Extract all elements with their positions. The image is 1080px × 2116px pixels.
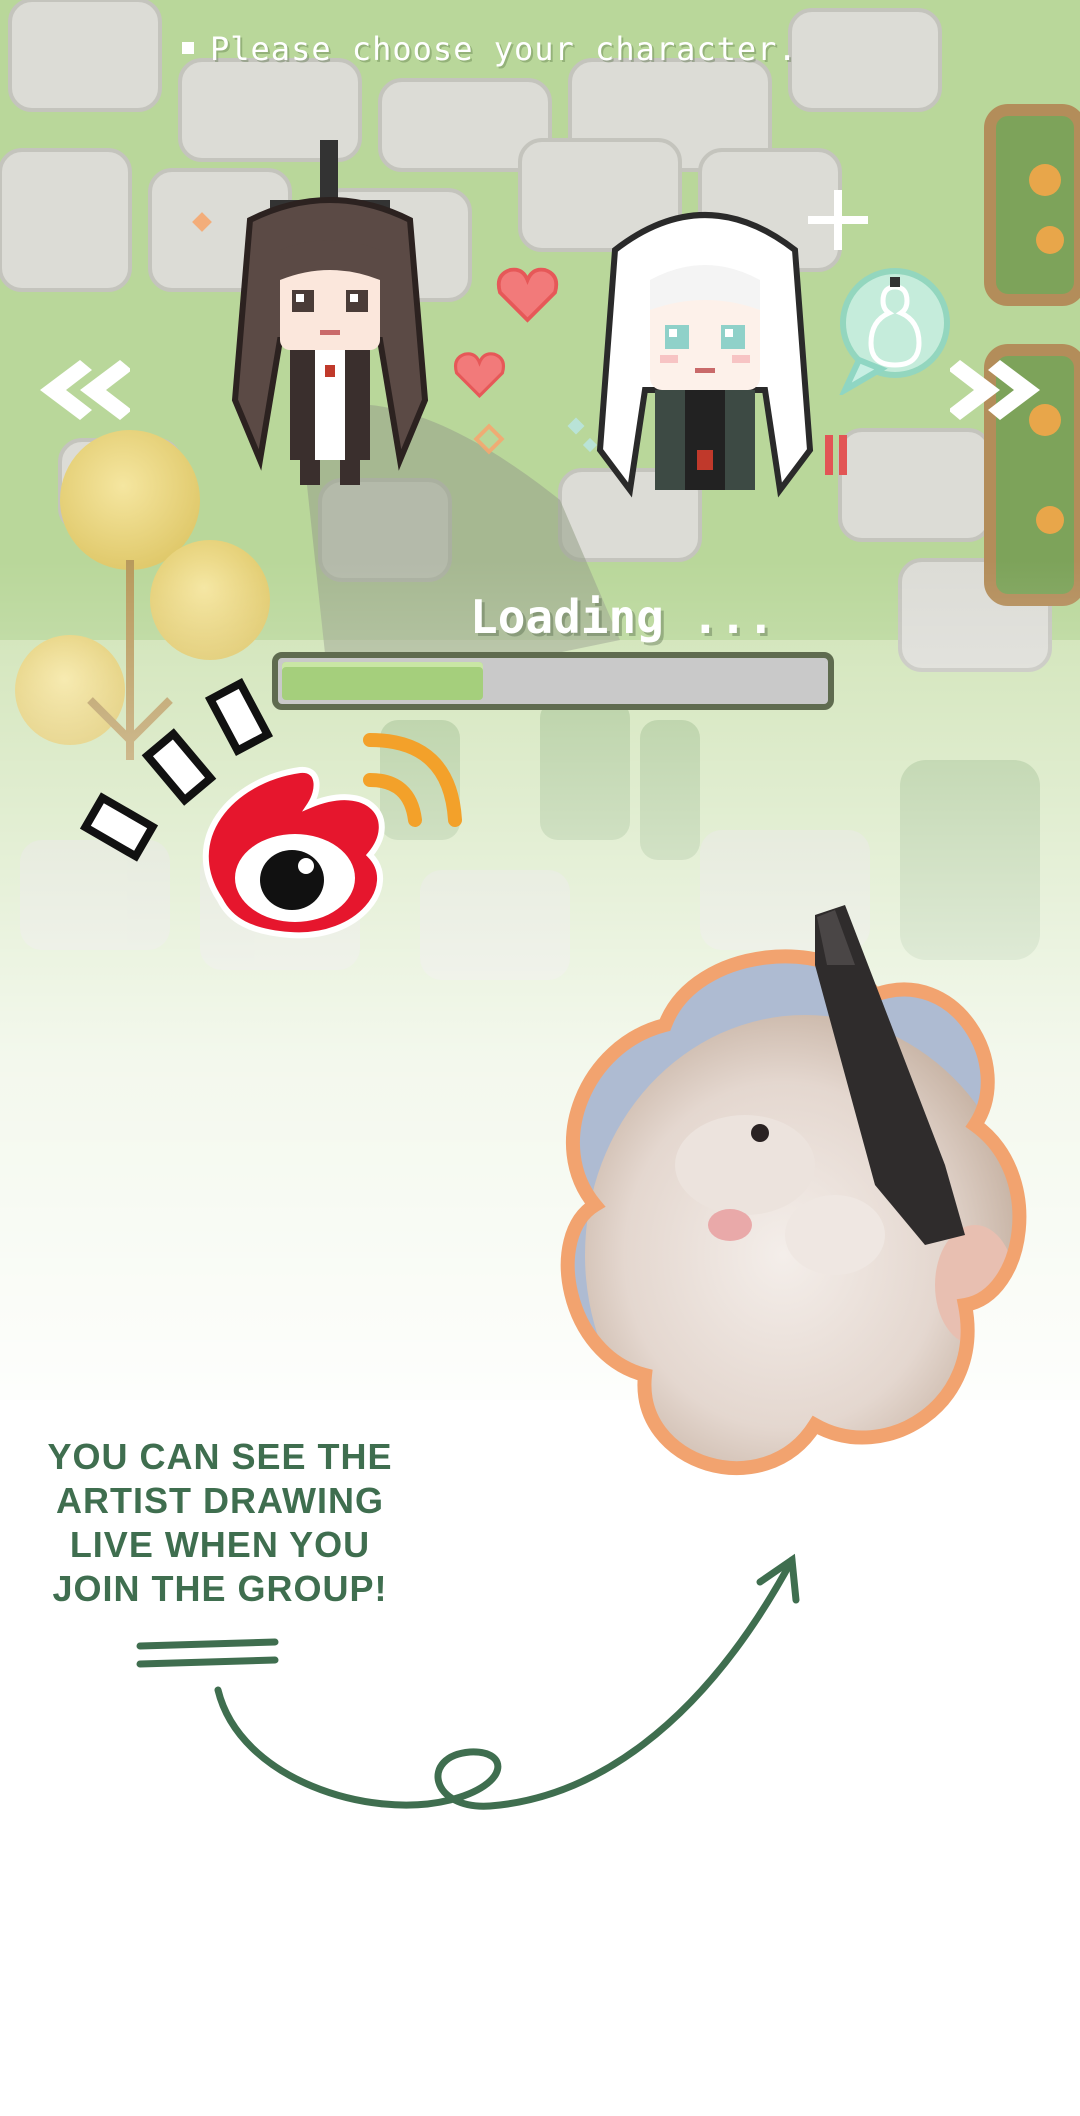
heart-icon — [496, 267, 559, 323]
double-chevron-left-icon — [40, 360, 130, 420]
prev-character-button[interactable] — [40, 360, 130, 420]
game-scene: Please choose your character. Loading ..… — [0, 0, 1080, 2112]
caption-line: YOU CAN SEE THE — [47, 1436, 393, 1477]
pause-marker-icon — [825, 435, 847, 475]
weibo-logo-icon — [79, 678, 462, 939]
curly-arrow-icon — [136, 1553, 800, 1810]
caption-line: ARTIST DRAWING — [56, 1480, 384, 1521]
loading-label: Loading ... — [470, 590, 775, 644]
character-white-hair[interactable] — [585, 190, 825, 520]
character-select-prompt: Please choose your character. — [182, 30, 798, 68]
heart-icon-small — [453, 352, 506, 399]
next-character-button[interactable] — [950, 360, 1040, 420]
double-chevron-right-icon — [950, 360, 1040, 420]
hamster-photo — [560, 905, 1027, 1476]
gourd-speech-bubble-icon — [839, 268, 950, 395]
character-dark-hair[interactable] — [210, 140, 450, 520]
prompt-text: Please choose your character. — [210, 30, 798, 68]
bullet-icon — [182, 42, 194, 54]
